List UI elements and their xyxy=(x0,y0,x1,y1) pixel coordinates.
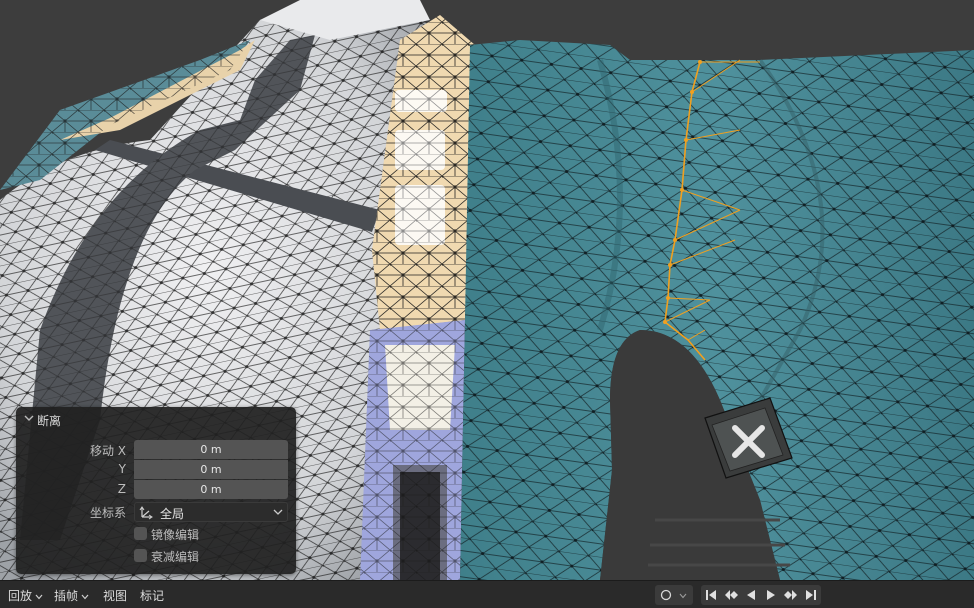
chevron-down-icon[interactable] xyxy=(679,592,687,600)
keying-menu[interactable]: 插帧 xyxy=(54,587,89,604)
play-button[interactable] xyxy=(761,585,781,605)
coord-system-value: 全局 xyxy=(160,507,185,521)
playback-controls xyxy=(701,585,821,605)
chevron-down-icon xyxy=(35,594,43,599)
jump-to-end-icon xyxy=(806,590,816,600)
coord-system-row: 坐标系 全局 xyxy=(16,502,296,522)
chevron-down-icon xyxy=(273,509,283,515)
jump-to-end-button[interactable] xyxy=(801,585,821,605)
chevron-down-icon[interactable] xyxy=(23,412,35,424)
play-icon xyxy=(767,590,775,600)
marker-menu[interactable]: 标记 xyxy=(140,587,164,604)
move-z-field[interactable]: 0 m xyxy=(134,480,288,499)
move-z-label: Z xyxy=(117,482,126,496)
coord-system-label: 坐标系 xyxy=(89,506,126,520)
move-y-field[interactable]: 0 m xyxy=(134,460,288,479)
play-reverse-icon xyxy=(747,590,755,600)
prev-keyframe-icon xyxy=(725,590,738,600)
move-x-field[interactable]: 0 m xyxy=(134,440,288,459)
operator-title: 断离 xyxy=(37,414,62,428)
chevron-down-icon xyxy=(81,594,89,599)
move-y-row: Y 0 m xyxy=(16,460,296,479)
mirror-edit-label: 镜像编辑 xyxy=(151,528,200,542)
orientation-global-icon xyxy=(139,506,153,520)
prev-keyframe-button[interactable] xyxy=(721,585,741,605)
record-icon[interactable] xyxy=(659,588,673,602)
keying-label: 插帧 xyxy=(54,589,79,603)
move-x-label: 移动 X xyxy=(89,444,126,458)
jump-to-start-button[interactable] xyxy=(701,585,721,605)
coord-system-select[interactable]: 全局 xyxy=(134,502,288,522)
move-y-label: Y xyxy=(118,462,126,476)
operator-panel: 断离 移动 X 0 m Y 0 m Z 0 m 坐标系 全局 镜像编辑 衰减编辑 xyxy=(16,407,296,574)
jump-to-start-icon xyxy=(706,590,716,600)
play-reverse-button[interactable] xyxy=(741,585,761,605)
operator-panel-header[interactable]: 断离 xyxy=(16,407,296,431)
falloff-edit-box[interactable] xyxy=(134,549,147,562)
mirror-edit-box[interactable] xyxy=(134,527,147,540)
next-keyframe-button[interactable] xyxy=(781,585,801,605)
next-keyframe-icon xyxy=(784,590,797,600)
falloff-edit-label: 衰减编辑 xyxy=(151,550,200,564)
move-x-row: 移动 X 0 m xyxy=(16,440,296,459)
timeline-header: 回放 插帧 视图 标记 xyxy=(0,580,974,608)
view-menu[interactable]: 视图 xyxy=(103,587,127,604)
playback-menu[interactable]: 回放 xyxy=(8,587,43,604)
move-z-row: Z 0 m xyxy=(16,480,296,499)
auto-keying-toggle[interactable] xyxy=(655,585,693,605)
playback-label: 回放 xyxy=(8,589,33,603)
